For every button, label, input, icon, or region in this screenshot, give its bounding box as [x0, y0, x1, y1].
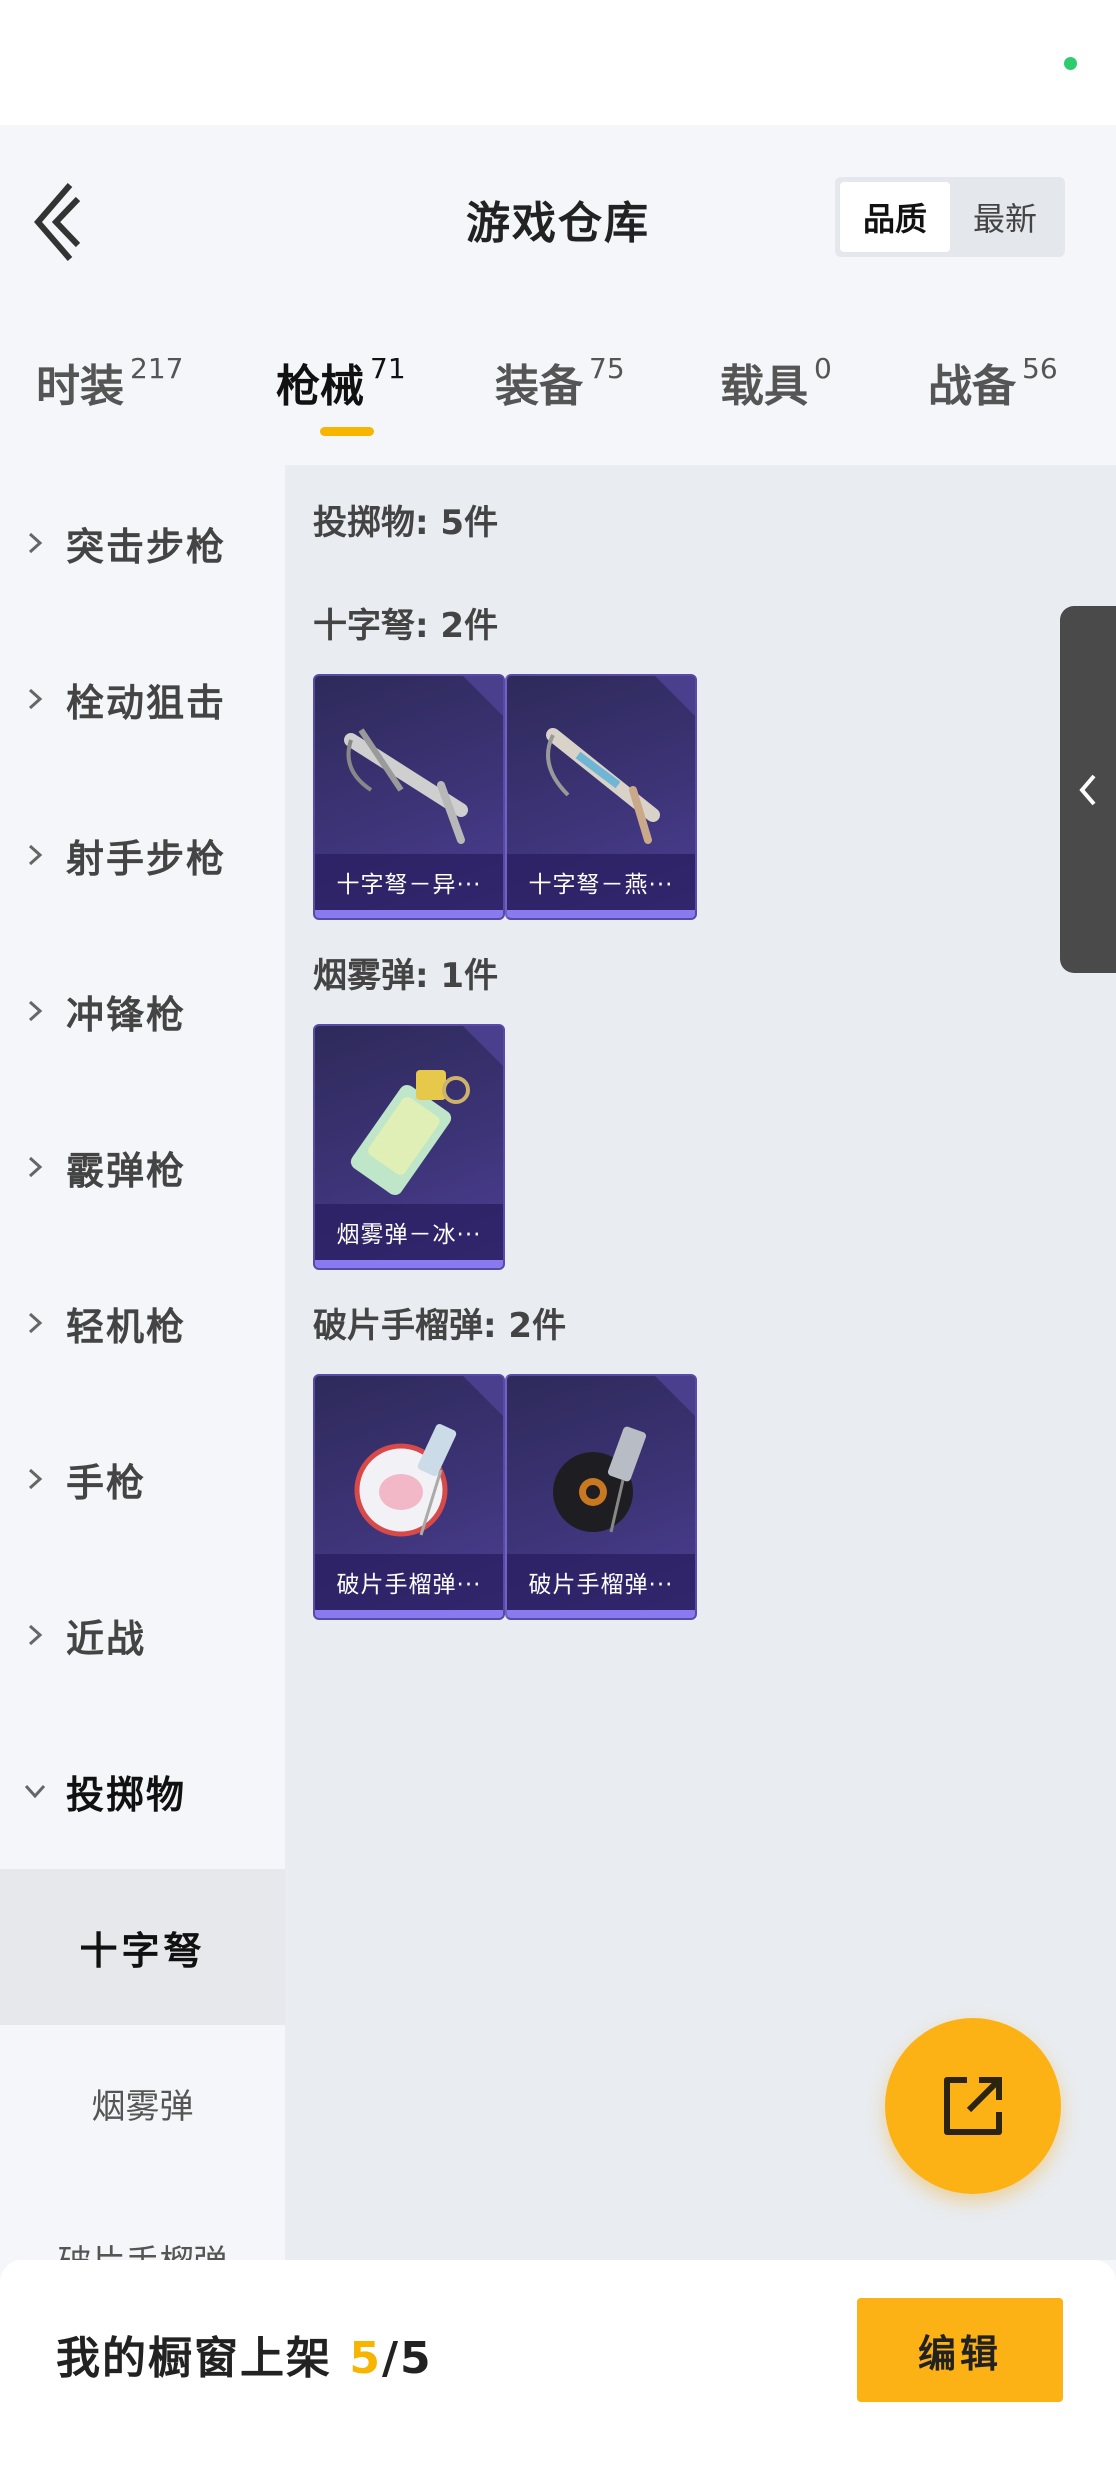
- showcase-label: 我的橱窗上架: [56, 2333, 332, 2384]
- sidebar-item-label: 投掷物: [66, 1772, 187, 1817]
- frag-grenade-icon: [553, 1426, 647, 1533]
- tab-equipment[interactable]: 装备 75: [495, 350, 625, 420]
- tab-count: 56: [1022, 352, 1058, 385]
- item-name: 破片手榴弹···: [507, 1554, 695, 1610]
- warehouse-page: 游戏仓库 品质 最新 时装 217 枪械 71 装备 75 载具 0 战备 56: [0, 0, 1116, 2484]
- item-card[interactable]: 破片手榴弹···: [313, 1374, 505, 1620]
- sidebar-item-label: 轻机枪: [66, 1304, 187, 1349]
- chevron-right-icon: [28, 1000, 43, 1022]
- sidebar-subitem-frag[interactable]: 破片手榴弹: [0, 2181, 285, 2261]
- crossbow-icon: [546, 728, 660, 844]
- tab-count: 71: [370, 352, 406, 385]
- chevron-right-icon: [28, 844, 43, 866]
- item-name: 烟雾弹－冰···: [315, 1204, 503, 1260]
- category-tabs: 时装 217 枪械 71 装备 75 载具 0 战备 56: [0, 310, 1116, 465]
- sidebar-item-pistol[interactable]: 手枪: [0, 1401, 285, 1557]
- sidebar-subitem-smoke[interactable]: 烟雾弹: [0, 2025, 285, 2181]
- item-name: 十字弩－燕···: [507, 854, 695, 910]
- section-title: 烟雾弹: 1件: [313, 956, 499, 996]
- bottom-bar: 我的橱窗上架 5/5 编辑: [0, 2260, 1116, 2484]
- item-name: 十字弩－异···: [315, 854, 503, 910]
- tab-vehicles[interactable]: 载具 0: [720, 350, 832, 420]
- sidebar-item-label: 霰弹枪: [66, 1148, 187, 1193]
- item-card[interactable]: 十字弩－燕···: [505, 674, 697, 920]
- showcase-count: 我的橱窗上架 5/5: [56, 2322, 433, 2386]
- sidebar-item-label: 栓动狙击: [66, 680, 227, 725]
- section-items: 烟雾弹－冰···: [313, 1024, 505, 1270]
- chevron-right-icon: [28, 688, 43, 710]
- tab-label: 战备: [928, 361, 1016, 412]
- sidebar-item-dmr[interactable]: 射手步枪: [0, 777, 285, 933]
- sidebar: 突击步枪 栓动狙击 射手步枪 冲锋枪 霰弹枪 轻机枪 手枪 近战 投掷物 十字弩…: [0, 465, 285, 2260]
- chevron-right-icon: [28, 1624, 43, 1646]
- edit-button[interactable]: 编辑: [857, 2298, 1063, 2402]
- item-card[interactable]: 烟雾弹－冰···: [313, 1024, 505, 1270]
- chevron-down-icon: [24, 1784, 46, 1799]
- active-tab-indicator: [320, 427, 374, 436]
- status-dot-icon: [1064, 57, 1077, 70]
- tab-label: 载具: [720, 361, 808, 412]
- item-card[interactable]: 破片手榴弹···: [505, 1374, 697, 1620]
- chevron-right-icon: [28, 1156, 43, 1178]
- sort-quality-button[interactable]: 品质: [840, 182, 950, 252]
- tab-label: 装备: [495, 361, 583, 412]
- sidebar-item-label: 近战: [66, 1616, 147, 1661]
- showcase-total: /5: [381, 2333, 433, 2384]
- sidebar-item-label: 手枪: [66, 1460, 147, 1505]
- sidebar-item-smg[interactable]: 冲锋枪: [0, 933, 285, 1089]
- smoke-grenade-icon: [350, 1070, 470, 1196]
- tab-count: 75: [589, 352, 625, 385]
- sidebar-item-bolt-sniper[interactable]: 栓动狙击: [0, 621, 285, 777]
- tab-firearms[interactable]: 枪械 71: [276, 350, 406, 420]
- sidebar-item-label: 突击步枪: [66, 524, 227, 569]
- item-card[interactable]: 十字弩－异···: [313, 674, 505, 920]
- sort-latest-button[interactable]: 最新: [950, 182, 1060, 252]
- showcase-current: 5: [349, 2333, 382, 2384]
- tab-fashion[interactable]: 时装 217: [36, 350, 183, 420]
- sidebar-item-label: 冲锋枪: [66, 992, 187, 1037]
- sidebar-item-melee[interactable]: 近战: [0, 1557, 285, 1713]
- side-drawer-handle[interactable]: [1060, 606, 1116, 973]
- section-items: 破片手榴弹··· 破片手榴弹···: [313, 1374, 697, 1620]
- section-title: 十字弩: 2件: [313, 606, 499, 646]
- tab-label: 枪械: [276, 361, 364, 412]
- section-title: 破片手榴弹: 2件: [313, 1306, 567, 1346]
- item-name: 破片手榴弹···: [315, 1554, 503, 1610]
- tab-label: 时装: [36, 361, 124, 412]
- tab-count: 217: [130, 352, 184, 385]
- sidebar-subitem-crossbow[interactable]: 十字弩: [0, 1869, 285, 2025]
- chevron-right-icon: [28, 1468, 43, 1490]
- crossbow-icon: [344, 728, 468, 844]
- chevron-right-icon: [28, 532, 43, 554]
- chevron-left-icon: [1079, 774, 1096, 806]
- header: 游戏仓库 品质 最新: [0, 125, 1116, 310]
- sidebar-item-lmg[interactable]: 轻机枪: [0, 1245, 285, 1401]
- sidebar-item-assault-rifle[interactable]: 突击步枪: [0, 465, 285, 621]
- share-button[interactable]: [885, 2018, 1061, 2194]
- chevron-right-icon: [28, 1312, 43, 1334]
- section-items: 十字弩－异··· 十字弩－燕···: [313, 674, 697, 920]
- sort-toggle: 品质 最新: [835, 177, 1065, 257]
- tab-count: 0: [814, 352, 832, 385]
- share-external-icon: [944, 2077, 1002, 2135]
- status-bar: [0, 0, 1116, 125]
- group-title: 投掷物: 5件: [313, 503, 499, 543]
- sidebar-item-shotgun[interactable]: 霰弹枪: [0, 1089, 285, 1245]
- item-list: 投掷物: 5件 十字弩: 2件 十字弩－异··· 十字弩－燕··· 烟雾弹: 1…: [285, 465, 1116, 2260]
- frag-grenade-icon: [354, 1424, 457, 1537]
- sidebar-item-label: 射手步枪: [66, 836, 227, 881]
- tab-gear[interactable]: 战备 56: [928, 350, 1058, 420]
- sidebar-item-throwables[interactable]: 投掷物: [0, 1713, 285, 1869]
